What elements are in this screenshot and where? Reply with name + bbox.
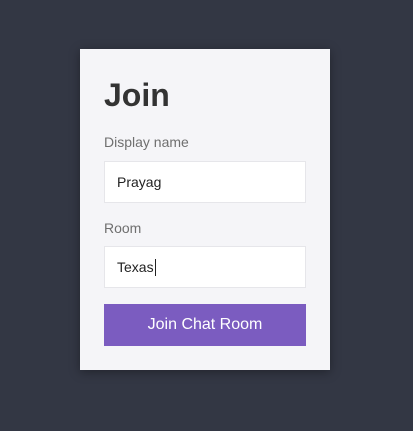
join-chat-room-button[interactable]: Join Chat Room: [104, 304, 306, 346]
room-label: Room: [104, 220, 142, 236]
room-value: Texas: [117, 259, 154, 275]
page-title: Join: [104, 77, 170, 113]
display-name-label: Display name: [104, 134, 189, 150]
display-name-value: Prayag: [117, 174, 162, 190]
display-name-input[interactable]: Prayag: [104, 161, 306, 203]
join-form-card: Join Display name Prayag Room Texas Join…: [80, 49, 330, 370]
text-cursor: [154, 258, 156, 276]
room-input[interactable]: Texas: [104, 246, 306, 288]
